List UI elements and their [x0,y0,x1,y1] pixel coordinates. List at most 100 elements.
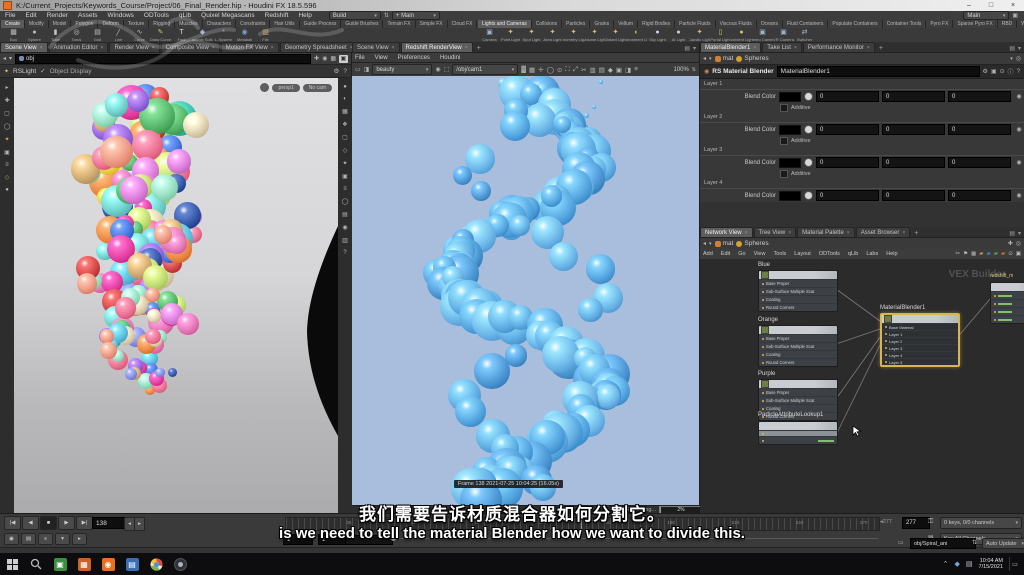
additive-checkbox[interactable] [780,169,788,178]
tool-portal-light[interactable]: ▯ Portal Light [710,29,731,42]
close-tab-icon[interactable]: × [902,230,905,236]
network-menu-edit[interactable]: Edit [721,251,730,257]
menu-windows[interactable]: Windows [103,12,139,19]
grid-overlay-icon[interactable]: ⛶ [565,66,570,74]
node-orange[interactable]: Base Proper Sub-Surface Multiple Scat Coat… [758,325,838,367]
current-frame-field[interactable]: 138 [92,517,126,529]
shelf-tab-create[interactable]: Create [1,20,26,28]
menu-render[interactable]: Render [42,12,73,19]
help-icon[interactable]: ? [343,68,347,75]
tool-line[interactable]: ╱ Line [108,29,129,42]
target-icon[interactable]: ◉ [322,55,327,62]
color-picker-button[interactable] [804,92,813,101]
shelf-tab-characters[interactable]: Characters [202,20,237,28]
zoom-stepper-icon[interactable]: ⇅ [692,67,696,73]
blend-value-1[interactable]: 0 [882,91,945,102]
end-frame-field[interactable]: 277 [902,517,930,529]
shelf-tab-modify[interactable]: Modify [25,20,49,28]
network-menu-help[interactable]: Help [886,251,897,257]
grid-toggle-icon[interactable]: ◇ [343,147,348,154]
rotate-tool-icon[interactable]: ▢ [4,110,10,117]
tool-platonic-solids[interactable]: ◆Platonic Solids [192,29,213,42]
blend-color-swatch[interactable] [779,124,801,135]
shelf-tab-hair-utils[interactable]: Hair Utils [270,20,300,28]
shelf-tab-particles[interactable]: Particles [562,20,591,28]
search-icon[interactable]: ⊙ [1008,251,1013,257]
taskbar-app-houdini[interactable]: ◉ [96,553,120,575]
fit-icon[interactable]: ▤ [599,66,605,74]
options-icon[interactable]: ▥ [342,237,348,244]
tool-switcher[interactable]: ⇄ Switcher [794,29,815,42]
notification-icon[interactable]: ▭ [1009,557,1020,571]
menu-assets[interactable]: Assets [73,12,103,19]
breadcrumb-spheres[interactable]: Spheres [736,55,769,62]
step-options-icon[interactable]: ▸ [72,533,87,545]
jump-end-button[interactable]: ▶| [76,516,93,530]
view-pill-persp[interactable]: persp1 [272,83,300,92]
close-tab-icon[interactable]: × [40,45,43,51]
taskbar-app-obs[interactable] [168,553,192,575]
region-icon[interactable]: ◯ [547,66,554,74]
close-tab-icon[interactable]: × [152,45,155,51]
normals-icon[interactable]: ❖ [342,121,347,128]
network-menu-labs[interactable]: Labs [866,251,878,257]
menu-redshift[interactable]: Redshift [260,12,294,19]
blend-color-swatch[interactable] [779,157,801,168]
slider-ladder-icon[interactable]: ◉ [1014,192,1024,199]
info-icon[interactable]: ⓘ [1008,67,1014,76]
main-desktop-combo[interactable]: + Main ▾ [391,11,440,20]
defender-shield-icon[interactable]: ◆ [955,560,960,568]
blend-value-0[interactable]: 0 [816,190,879,201]
audio-icon[interactable]: ▤ [21,533,36,545]
network-menu-view[interactable]: View [754,251,766,257]
tab-geometry-spreadsheet[interactable]: Geometry Spreadsheet× [279,42,358,52]
menu-file[interactable]: File [0,12,20,19]
lut-icon[interactable]: ◉ [342,224,347,231]
tab-redshift-renderview[interactable]: Redshift RenderView × [400,42,473,52]
save-image-icon[interactable]: ▭ [355,66,361,73]
shelf-tab-particle-fluids[interactable]: Particle Fluids [675,20,716,28]
minimize-button[interactable]: – [958,0,980,11]
camera-lock-icon[interactable]: ▣ [342,173,348,180]
tool-grid[interactable]: ▤ Grid [87,29,108,42]
timeline-ruler[interactable]: 30 60 90 120 150 180 210 240 270 [285,517,880,531]
message-icon[interactable]: ▭ [898,539,904,546]
tray-chevron-icon[interactable]: ⌃ [943,560,949,568]
color-picker-button[interactable] [804,125,813,134]
background-icon[interactable]: ◯ [342,198,349,205]
close-tab-icon[interactable]: × [867,45,870,51]
tool-sky-light[interactable]: ● Sky Light [647,29,668,42]
layout-icon[interactable]: ▣ [1012,12,1018,19]
tool-curve[interactable]: ∿ Curve [129,29,150,42]
cut-wires-icon[interactable]: ✂ [956,251,961,257]
shelf-tab-grains[interactable]: Grains [590,20,615,28]
plus-icon[interactable]: ✚ [1008,240,1013,247]
blend-value-2[interactable]: 0 [948,124,1011,135]
pane-split-icon[interactable]: ▾ [693,45,696,52]
menu-qlib[interactable]: qLib [174,12,196,19]
snapshot-icon[interactable]: ✦ [342,160,347,167]
maximize-button[interactable]: □ [980,0,1002,11]
pane-menu-icon[interactable]: ▤ [1009,45,1015,52]
key-icon[interactable]: ⚿ [928,518,933,526]
jump-start-button[interactable]: |◀ [4,516,21,530]
global-start-field[interactable]: 1 [283,534,313,545]
node-blue[interactable]: Base Proper Sub-Surface Multiple Scat Coat… [758,270,838,312]
chevron-down-icon[interactable]: ▾ [709,56,712,62]
frame-step-fwd[interactable]: ▸ [134,517,145,531]
shelf-tab-viscous-fluids[interactable]: Viscous Fluids [715,20,757,28]
points-icon[interactable]: ▢ [342,134,348,141]
color-picker-button[interactable] [804,191,813,200]
clock[interactable]: 10:04 AM 7/15/2021 [979,558,1003,570]
step-back-button[interactable]: ◀ [22,516,39,530]
breadcrumb-spheres[interactable]: Spheres [736,240,769,247]
tool-spot-light[interactable]: ✦ Spot Light [521,29,542,42]
display-mode-label[interactable]: Object Display [50,68,92,75]
grid-snap-icon[interactable]: ▦ [971,251,976,257]
pin-icon[interactable]: ◎ [1016,55,1021,62]
tool-point-light[interactable]: ✦ Point Light [500,29,521,42]
network-menu-qlib[interactable]: qLib [848,251,858,257]
renderview-menu-preferences[interactable]: Preferences [398,55,430,61]
blend-value-1[interactable]: 0 [882,124,945,135]
tool-l-system[interactable]: * L-System [213,29,234,42]
